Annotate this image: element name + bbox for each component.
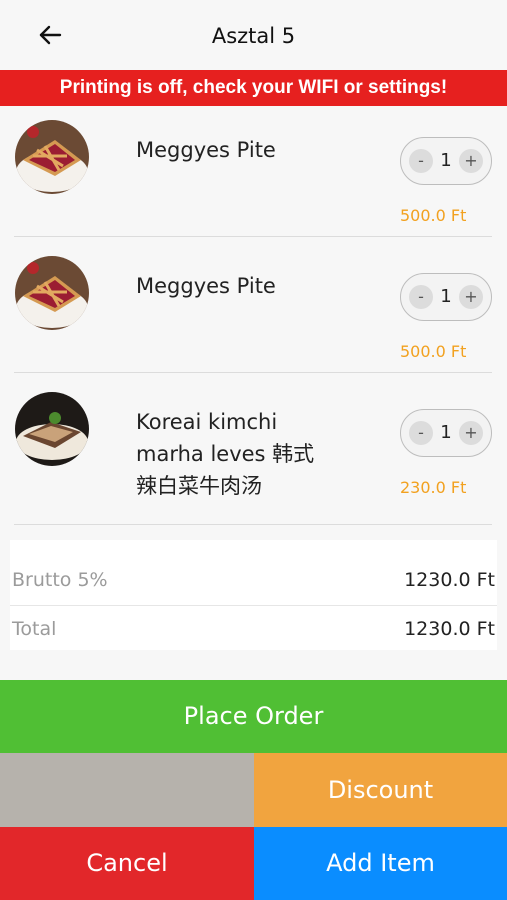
printing-warning-banner: Printing is off, check your WIFI or sett… xyxy=(0,70,507,106)
dish-image xyxy=(15,392,89,466)
item-name: Meggyes Pite xyxy=(136,138,276,162)
app-header: Asztal 5 xyxy=(0,0,507,70)
cherry-pie-image xyxy=(15,256,89,330)
plus-button[interactable]: + xyxy=(459,421,483,445)
discount-button[interactable]: Discount xyxy=(254,753,507,827)
brutto-value: 1230.0 Ft xyxy=(404,569,495,591)
quantity-stepper: - 1 + xyxy=(400,137,492,185)
add-item-button[interactable]: Add Item xyxy=(254,827,507,900)
divider xyxy=(14,236,492,237)
order-summary: Brutto 5% 1230.0 Ft Total 1230.0 Ft xyxy=(10,540,497,650)
item-name: Koreai kimchi marha leves 韩式辣白菜牛肉汤 xyxy=(136,410,315,498)
quantity-stepper: - 1 + xyxy=(400,409,492,457)
total-row: Total 1230.0 Ft xyxy=(10,606,497,654)
total-label: Total xyxy=(12,618,57,640)
order-item: Koreai kimchi marha leves 韩式辣白菜牛肉汤 - 1 +… xyxy=(0,378,507,528)
order-item: Meggyes Pite - 1 + 500.0 Ft xyxy=(0,106,507,238)
empty-action-slot xyxy=(0,753,254,827)
brutto-label: Brutto 5% xyxy=(12,569,108,591)
cancel-button[interactable]: Cancel xyxy=(0,827,254,900)
item-price: 500.0 Ft xyxy=(400,342,467,361)
plus-button[interactable]: + xyxy=(459,285,483,309)
brutto-row: Brutto 5% 1230.0 Ft xyxy=(10,557,497,605)
item-price: 500.0 Ft xyxy=(400,206,467,225)
cherry-pie-image xyxy=(15,120,89,194)
quantity-stepper: - 1 + xyxy=(400,273,492,321)
place-order-button[interactable]: Place Order xyxy=(0,680,507,753)
plus-button[interactable]: + xyxy=(459,149,483,173)
total-value: 1230.0 Ft xyxy=(404,618,495,640)
item-price: 230.0 Ft xyxy=(400,478,467,497)
order-item: Meggyes Pite - 1 + 500.0 Ft xyxy=(0,242,507,374)
divider xyxy=(14,372,492,373)
divider xyxy=(14,524,492,525)
page-title: Asztal 5 xyxy=(211,24,296,48)
item-name: Meggyes Pite xyxy=(136,274,276,298)
